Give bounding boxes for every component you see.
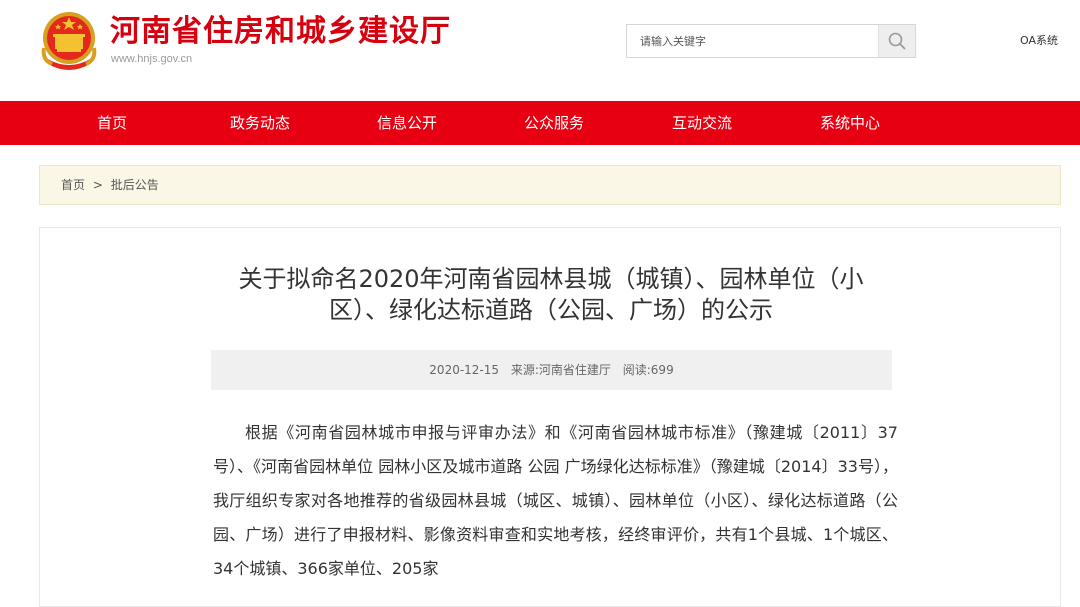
- site-title[interactable]: 河南省住房和城乡建设厅: [110, 12, 451, 52]
- nav-item-interaction[interactable]: 互动交流: [672, 101, 732, 145]
- nav-item-news[interactable]: 政务动态: [230, 101, 290, 145]
- search-input[interactable]: [627, 25, 879, 57]
- article-meta: 2020-12-15 来源:河南省住建厅 阅读:699: [211, 350, 892, 390]
- article-date: 2020-12-15: [429, 363, 500, 377]
- search-icon: [888, 32, 906, 50]
- nav-item-public-service[interactable]: 公众服务: [524, 101, 584, 145]
- article-title: 关于拟命名2020年河南省园林县城（城镇）、园林单位（小区）、绿化达标道路（公园…: [238, 265, 864, 324]
- breadcrumb-home[interactable]: 首页: [61, 178, 85, 192]
- site-header: 河南省住房和城乡建设厅 www.hnjs.gov.cn OA系统: [0, 0, 1080, 101]
- article-source: 来源:河南省住建厅: [510, 363, 611, 377]
- breadcrumb-separator: >: [92, 178, 103, 192]
- search-button[interactable]: [878, 25, 915, 57]
- national-emblem-icon: [41, 12, 97, 70]
- nav-item-system-center[interactable]: 系统中心: [820, 101, 880, 145]
- search-box: [626, 24, 916, 58]
- main-nav: 首页 政务动态 信息公开 公众服务 互动交流 系统中心: [0, 101, 1080, 145]
- breadcrumb: 首页 > 批后公告: [39, 165, 1061, 205]
- article-views: 阅读:699: [622, 363, 674, 377]
- breadcrumb-current[interactable]: 批后公告: [111, 178, 159, 192]
- oa-system-link[interactable]: OA系统: [1020, 34, 1058, 48]
- article-body: 根据《河南省园林城市申报与评审办法》和《河南省园林城市标准》（豫建城〔2011〕…: [213, 423, 898, 578]
- site-url: www.hnjs.gov.cn: [111, 53, 193, 65]
- nav-item-info-disclosure[interactable]: 信息公开: [377, 101, 437, 145]
- article-container: 关于拟命名2020年河南省园林县城（城镇）、园林单位（小区）、绿化达标道路（公园…: [39, 227, 1061, 607]
- nav-item-home[interactable]: 首页: [97, 101, 127, 145]
